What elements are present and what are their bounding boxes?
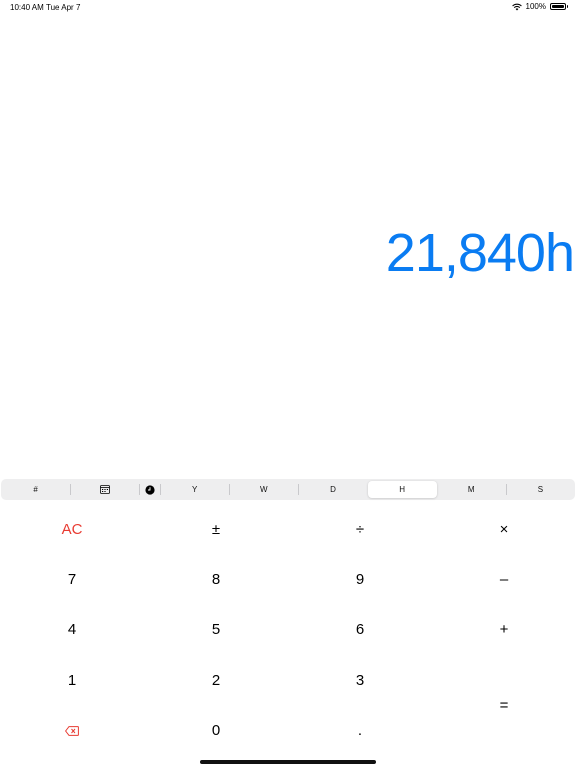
keypad: AC ± ÷ × 7 8 9 – 4 5 6 + 1 2 3 = 0 .: [0, 504, 576, 756]
status-date: Tue Apr 7: [46, 3, 81, 12]
digit-7-button[interactable]: 7: [0, 554, 144, 604]
digit-0-button[interactable]: 0: [144, 706, 288, 756]
segment-calendar[interactable]: [70, 479, 139, 500]
segment-minutes[interactable]: M: [437, 479, 506, 500]
wifi-icon: [511, 3, 522, 10]
digit-2-button[interactable]: 2: [144, 655, 288, 705]
home-indicator[interactable]: [200, 760, 376, 764]
status-time: 10:40 AM: [10, 3, 44, 12]
status-indicators: 100%: [511, 2, 568, 11]
segment-days[interactable]: D: [298, 479, 367, 500]
result-display: 21,840h: [385, 223, 575, 283]
calendar-icon: [99, 485, 110, 494]
plus-minus-button[interactable]: ±: [144, 504, 288, 554]
digit-8-button[interactable]: 8: [144, 554, 288, 604]
digit-5-button[interactable]: 5: [144, 605, 288, 655]
multiply-button[interactable]: ×: [432, 504, 576, 554]
backspace-icon: [65, 725, 79, 736]
divide-button[interactable]: ÷: [288, 504, 432, 554]
minus-button[interactable]: –: [432, 554, 576, 604]
segment-years[interactable]: Y: [160, 479, 229, 500]
digit-4-button[interactable]: 4: [0, 605, 144, 655]
equals-button[interactable]: =: [432, 655, 576, 756]
segment-hours[interactable]: H: [367, 481, 437, 498]
digit-9-button[interactable]: 9: [288, 554, 432, 604]
segment-seconds[interactable]: S: [505, 479, 575, 500]
backspace-button[interactable]: [0, 706, 144, 756]
plus-button[interactable]: +: [432, 605, 576, 655]
decimal-button[interactable]: .: [288, 706, 432, 756]
clear-button[interactable]: AC: [0, 504, 144, 554]
digit-6-button[interactable]: 6: [288, 605, 432, 655]
clock-icon: [145, 484, 155, 495]
digit-3-button[interactable]: 3: [288, 655, 432, 705]
battery-percentage: 100%: [525, 2, 546, 11]
unit-segmented-control[interactable]: # Y W D H M S: [1, 479, 575, 500]
digit-1-button[interactable]: 1: [0, 655, 144, 705]
segment-weeks[interactable]: W: [229, 479, 298, 500]
battery-icon: [550, 3, 568, 10]
segment-number[interactable]: #: [1, 479, 70, 500]
status-bar: 10:40 AM Tue Apr 7 100%: [0, 0, 576, 14]
segment-clock[interactable]: [139, 479, 160, 500]
